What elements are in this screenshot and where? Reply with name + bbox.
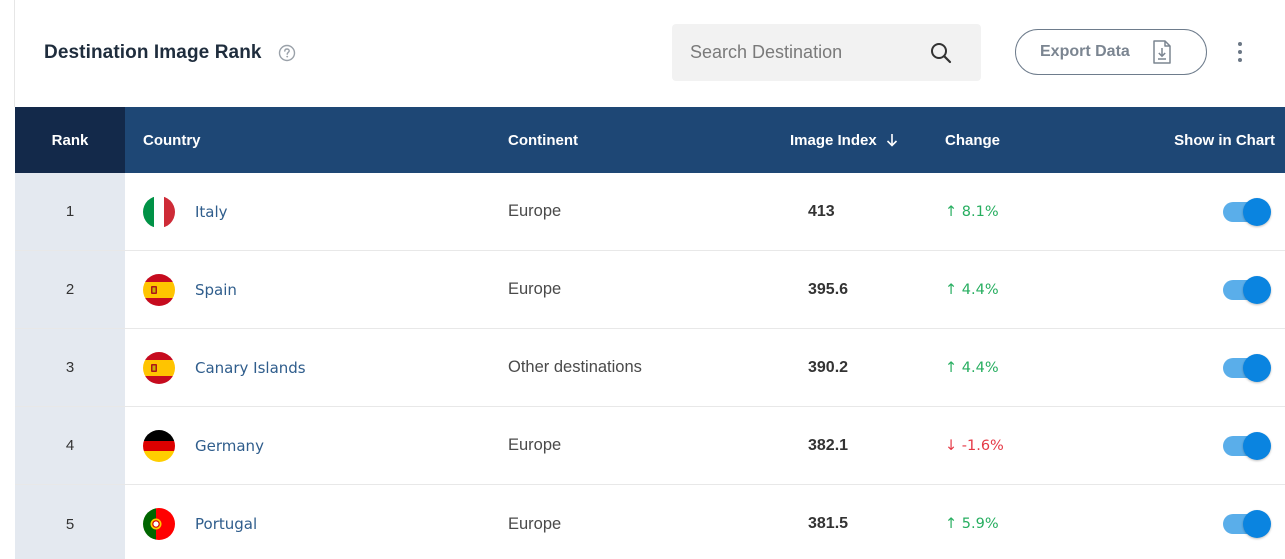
rank-cell: 5 — [15, 485, 125, 559]
page-title: Destination Image Rank — [44, 42, 262, 63]
country-cell: Spain — [125, 251, 508, 328]
export-data-button[interactable]: Export Data — [1015, 29, 1207, 75]
rank-cell: 4 — [15, 407, 125, 484]
table-row: 3 Canary Islands Other destinations 390.… — [15, 329, 1285, 407]
export-data-label: Export Data — [1040, 43, 1130, 60]
germany-flag-icon — [143, 429, 175, 462]
column-header-image-index-label: Image Index — [790, 131, 877, 149]
change-cell: ↓ -1.6% — [945, 437, 1004, 454]
country-link[interactable]: Canary Islands — [195, 359, 306, 377]
country-link[interactable]: Portugal — [195, 515, 257, 533]
image-index-cell: 413 — [808, 202, 835, 220]
column-header-country[interactable]: Country — [125, 107, 508, 173]
show-in-chart-toggle[interactable] — [1223, 197, 1273, 226]
download-file-icon — [1152, 40, 1172, 64]
show-in-chart-toggle[interactable] — [1223, 431, 1273, 460]
table-row: 5 Portugal Europe 381.5 ↑ 5.9% — [15, 485, 1285, 559]
more-vertical-icon[interactable] — [1235, 40, 1245, 64]
show-in-chart-cell — [1064, 407, 1285, 484]
table-row: 1 Italy Europe 413 ↑ 8.1% — [15, 173, 1285, 251]
spain-flag-icon — [143, 273, 175, 306]
change-cell: ↑ 8.1% — [945, 203, 999, 220]
toggle-knob — [1243, 275, 1271, 304]
table-row: 4 Germany Europe 382.1 ↓ -1.6% — [15, 407, 1285, 485]
column-header-image-index[interactable]: Image Index — [768, 107, 918, 173]
country-cell: Germany — [125, 407, 508, 484]
country-cell: Canary Islands — [125, 329, 508, 406]
table-row: 2 Spain Europe 395.6 ↑ 4.4% — [15, 251, 1285, 329]
show-in-chart-cell — [1064, 251, 1285, 328]
image-index-cell: 390.2 — [808, 358, 849, 376]
country-link[interactable]: Spain — [195, 281, 237, 299]
kebab-dot — [1238, 50, 1242, 54]
rank-cell: 2 — [15, 251, 125, 328]
toggle-knob — [1243, 353, 1271, 382]
column-header-show-in-chart[interactable]: Show in Chart — [1064, 107, 1285, 173]
image-index-cell: 381.5 — [808, 515, 849, 532]
image-index-cell: 395.6 — [808, 280, 849, 298]
search-icon[interactable] — [929, 41, 953, 65]
rank-table: Rank Country Continent Image Index Chang… — [15, 107, 1285, 559]
country-cell: Italy — [125, 173, 508, 250]
column-header-change[interactable]: Change — [918, 107, 1064, 173]
country-link[interactable]: Italy — [195, 203, 228, 221]
show-in-chart-toggle[interactable] — [1223, 510, 1273, 538]
toggle-knob — [1243, 510, 1271, 538]
continent-cell: Europe — [508, 436, 562, 454]
continent-cell: Europe — [508, 202, 562, 220]
kebab-dot — [1238, 42, 1242, 46]
rank-cell: 3 — [15, 329, 125, 406]
country-link[interactable]: Germany — [195, 437, 264, 455]
show-in-chart-toggle[interactable] — [1223, 353, 1273, 382]
portugal-flag-icon — [143, 508, 175, 540]
help-circle-icon[interactable] — [278, 44, 296, 62]
continent-cell: Other destinations — [508, 358, 642, 376]
panel-left-border — [14, 0, 15, 107]
table-header: Rank Country Continent Image Index Chang… — [15, 107, 1285, 173]
continent-cell: Europe — [508, 280, 562, 298]
search-input[interactable] — [690, 42, 930, 63]
arrow-down-icon — [885, 133, 899, 147]
toggle-knob — [1243, 431, 1271, 460]
show-in-chart-cell — [1064, 329, 1285, 406]
spain-flag-icon — [143, 351, 175, 384]
column-header-continent[interactable]: Continent — [508, 107, 768, 173]
show-in-chart-toggle[interactable] — [1223, 275, 1273, 304]
continent-cell: Europe — [508, 514, 562, 533]
change-cell: ↑ 4.4% — [945, 281, 999, 298]
show-in-chart-cell — [1064, 485, 1285, 559]
italy-flag-icon — [143, 195, 175, 228]
change-cell: ↑ 4.4% — [945, 359, 999, 376]
image-index-cell: 382.1 — [808, 436, 849, 454]
search-box — [672, 24, 981, 81]
column-header-rank[interactable]: Rank — [15, 107, 125, 173]
kebab-dot — [1238, 58, 1242, 62]
change-cell: ↑ 5.9% — [945, 516, 999, 532]
toggle-knob — [1243, 197, 1271, 226]
show-in-chart-cell — [1064, 173, 1285, 250]
rank-cell: 1 — [15, 173, 125, 250]
country-cell: Portugal — [125, 485, 508, 559]
page-title-group: Destination Image Rank — [44, 38, 296, 68]
